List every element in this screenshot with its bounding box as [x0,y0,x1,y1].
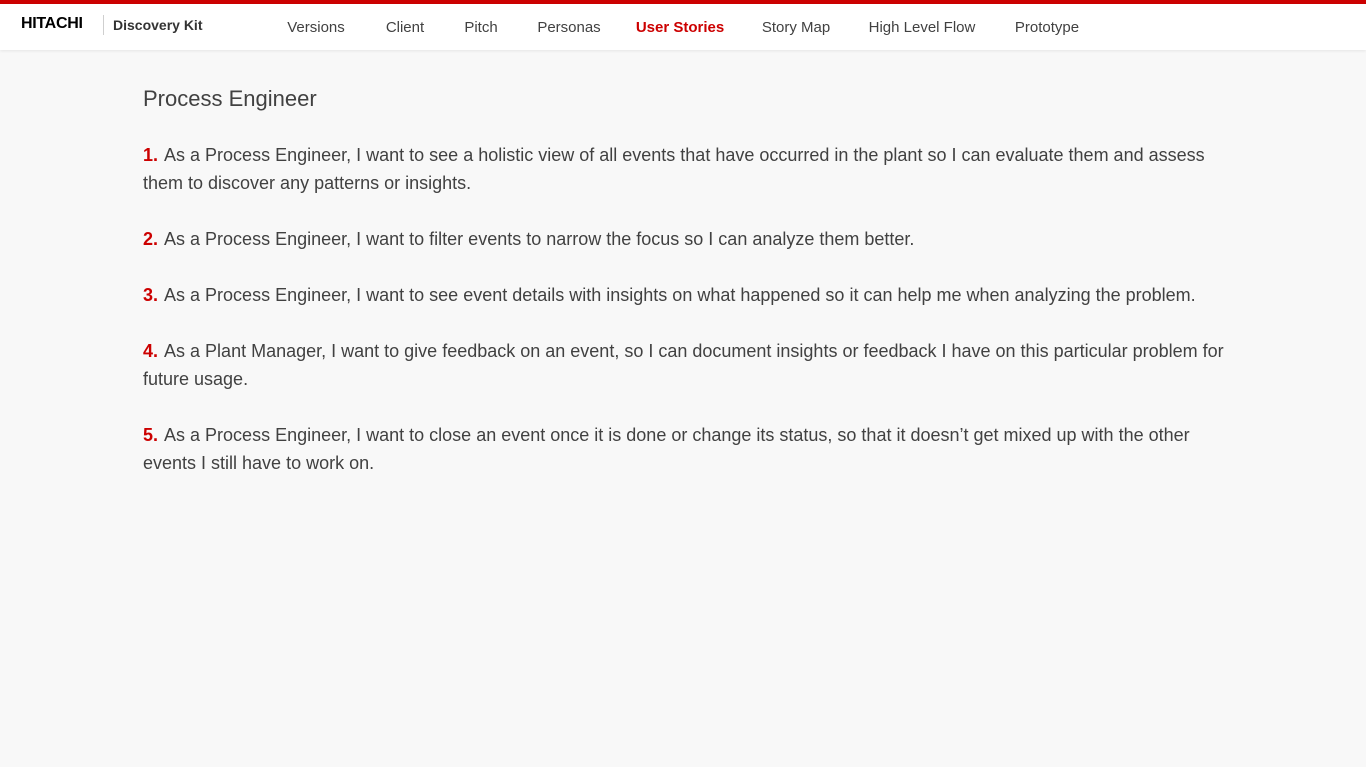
persona-title: Process Engineer [143,86,317,111]
nav-item-prototype[interactable]: Prototype [1004,4,1090,50]
user-story-2: 2. As a Process Engineer, I want to filt… [143,225,1233,253]
story-text: As a Process Engineer, I want to close a… [143,425,1190,473]
nav-item-user-stories[interactable]: User Stories [621,0,739,50]
nav-item-story-map[interactable]: Story Map [752,4,840,50]
story-text: As a Process Engineer, I want to see eve… [164,285,1196,305]
nav-item-personas[interactable]: Personas [528,4,610,50]
story-number: 3. [143,285,159,305]
user-story-4: 4. As a Plant Manager, I want to give fe… [143,337,1233,393]
nav-item-client[interactable]: Client [376,4,434,50]
story-number: 4. [143,341,159,361]
story-number: 1. [143,145,159,165]
logo-divider [103,15,104,35]
user-stories-content: Process Engineer 1. As a Process Enginee… [143,84,1233,477]
app-name[interactable]: Discovery Kit [113,17,202,33]
user-story-1: 1. As a Process Engineer, I want to see … [143,141,1233,197]
story-text: As a Plant Manager, I want to give feedb… [143,341,1224,389]
user-story-3: 3. As a Process Engineer, I want to see … [143,281,1233,309]
nav-item-versions[interactable]: Versions [277,4,355,50]
story-text: As a Process Engineer, I want to filter … [164,229,915,249]
nav-item-pitch[interactable]: Pitch [455,4,507,50]
story-text: As a Process Engineer, I want to see a h… [143,145,1205,193]
hitachi-logo[interactable]: HITACHI [21,15,83,33]
nav-item-high-level-flow[interactable]: High Level Flow [860,4,984,50]
user-story-5: 5. As a Process Engineer, I want to clos… [143,421,1233,477]
story-number: 2. [143,229,159,249]
top-navigation-bar: HITACHI Discovery Kit Versions Client Pi… [0,0,1366,50]
story-number: 5. [143,425,159,445]
